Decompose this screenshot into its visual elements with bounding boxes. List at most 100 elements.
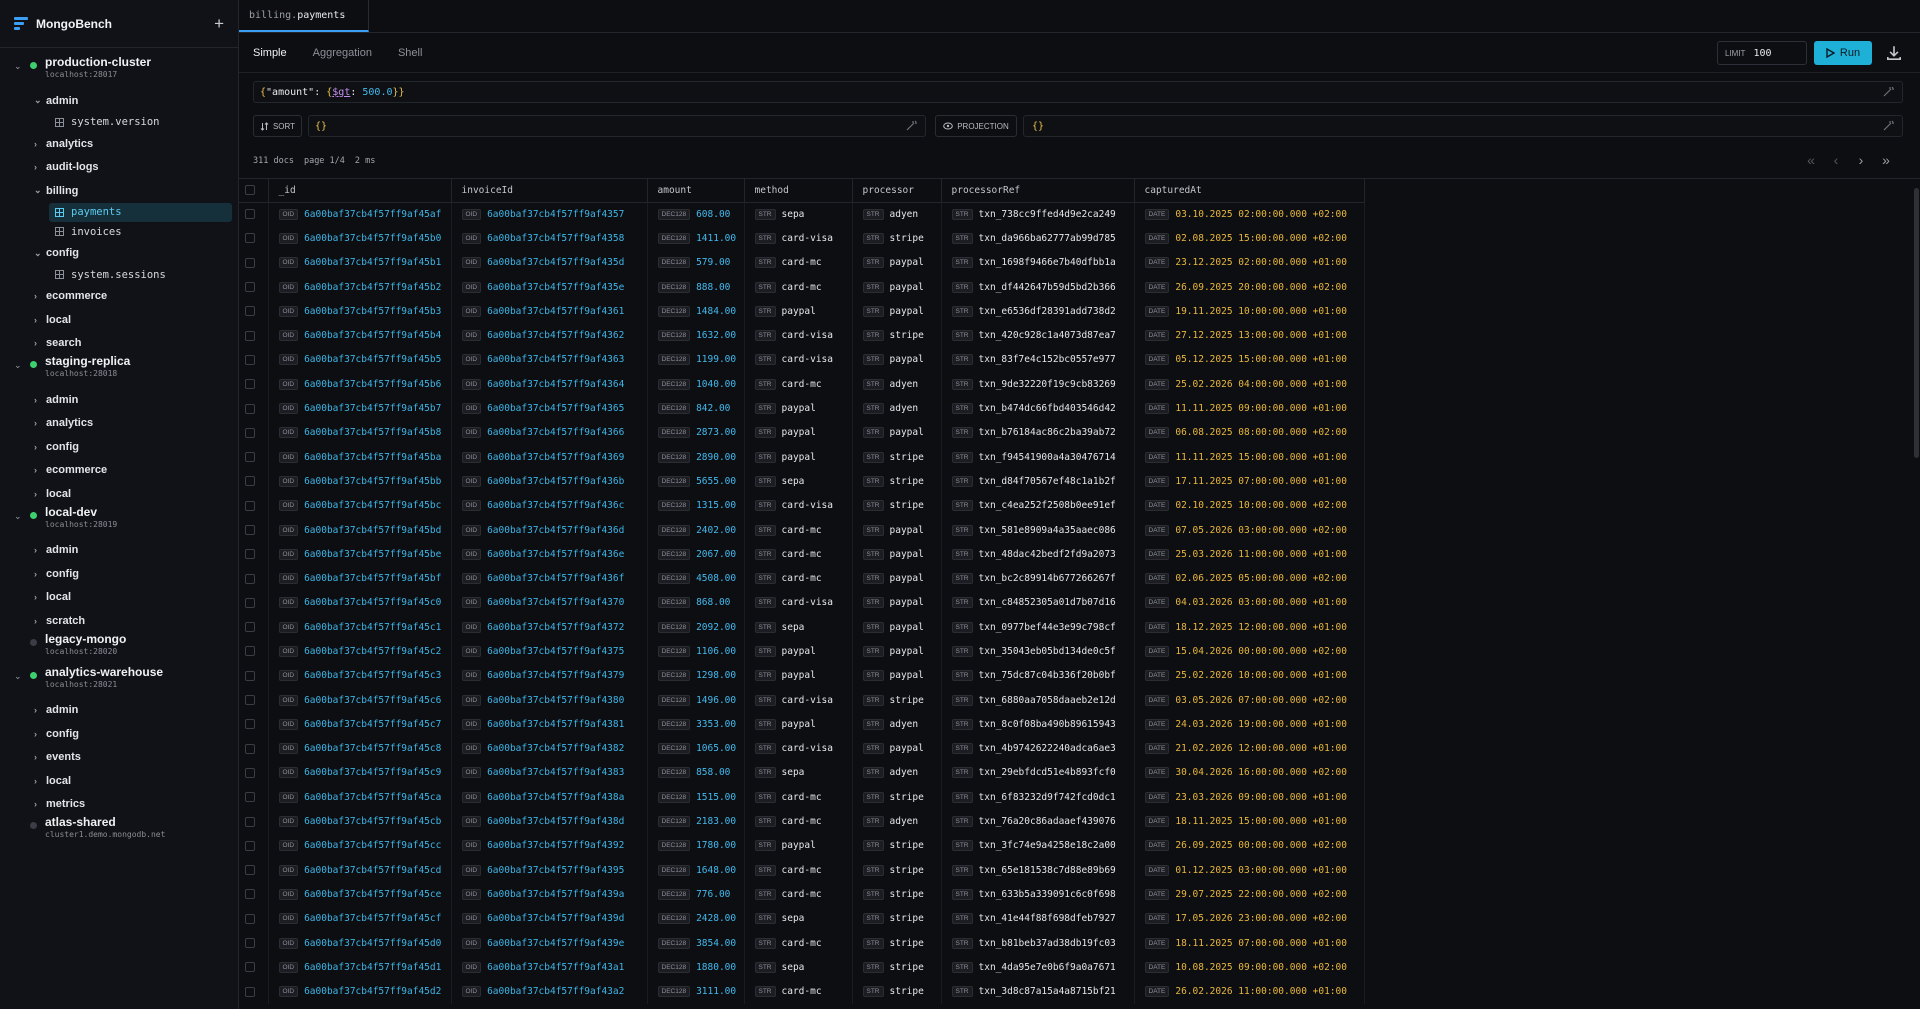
cell-capturedAt[interactable]: DATE 02.08.2025 15:00:00.000 +02:00 (1134, 226, 1365, 251)
cell-processor[interactable]: STR stripe (852, 979, 942, 1004)
db-events[interactable]: › events (0, 746, 238, 770)
cell-method[interactable]: STR card-visa (744, 493, 853, 518)
cell-amount[interactable]: DEC128 1515.00 (647, 785, 745, 810)
scrollbar-thumb[interactable] (1914, 188, 1919, 458)
cell-_id[interactable]: OID 6a00baf37cb4f57ff9af45cc (268, 833, 452, 859)
add-connection-button[interactable]: + (214, 15, 224, 32)
cell-processorRef[interactable]: STR txn_9de32220f19c9cb83269 (941, 372, 1135, 397)
cell-processorRef[interactable]: STR txn_c84852305a01d7b07d16 (941, 590, 1135, 616)
table-row[interactable]: OID 6a00baf37cb4f57ff9af45c9 OID 6a00baf37c… (239, 760, 1365, 786)
cell-processorRef[interactable]: STR txn_3fc74e9a4258e18c2a00 (941, 833, 1135, 859)
db-admin[interactable]: ⌄ admin (0, 89, 238, 113)
table-row[interactable]: OID 6a00baf37cb4f57ff9af45c7 OID 6a00baf37c… (239, 712, 1365, 737)
row-checkbox[interactable] (245, 427, 255, 438)
cell-invoiceId[interactable]: OID 6a00baf37cb4f57ff9af4375 (451, 639, 648, 664)
cell-amount[interactable]: DEC128 1298.00 (647, 663, 745, 688)
cell-processor[interactable]: STR stripe (852, 833, 942, 859)
db-admin[interactable]: › admin (0, 699, 238, 723)
cell-capturedAt[interactable]: DATE 18.11.2025 07:00:00.000 +01:00 (1134, 930, 1365, 956)
row-checkbox[interactable] (245, 962, 255, 973)
cell-_id[interactable]: OID 6a00baf37cb4f57ff9af45c9 (268, 760, 452, 786)
row-checkbox[interactable] (245, 306, 255, 317)
cell-capturedAt[interactable]: DATE 27.12.2025 13:00:00.000 +01:00 (1134, 323, 1365, 348)
cell-processor[interactable]: STR adyen (852, 760, 942, 786)
cell-processorRef[interactable]: STR txn_0977bef44e3e99c798cf (941, 615, 1135, 640)
cell-processor[interactable]: STR adyen (852, 809, 942, 834)
cell-_id[interactable]: OID 6a00baf37cb4f57ff9af45bd (268, 517, 452, 543)
column-header-processorRef[interactable]: processorRef (941, 179, 1135, 203)
cell-processor[interactable]: STR stripe (852, 323, 942, 348)
table-row[interactable]: OID 6a00baf37cb4f57ff9af45b6 OID 6a00baf37c… (239, 372, 1365, 397)
first-page-icon[interactable]: « (1804, 152, 1818, 168)
grid-scrollbar[interactable] (1913, 178, 1920, 1009)
cell-processor[interactable]: STR paypal (852, 420, 942, 445)
cell-invoiceId[interactable]: OID 6a00baf37cb4f57ff9af436b (451, 469, 648, 494)
row-checkbox[interactable] (245, 816, 255, 827)
cell-method[interactable]: STR card-mc (744, 250, 853, 275)
cell-invoiceId[interactable]: OID 6a00baf37cb4f57ff9af439e (451, 930, 648, 956)
cell-processor[interactable]: STR paypal (852, 274, 942, 300)
cell-method[interactable]: STR paypal (744, 420, 853, 445)
cell-_id[interactable]: OID 6a00baf37cb4f57ff9af45b5 (268, 347, 452, 373)
cell-capturedAt[interactable]: DATE 26.02.2026 11:00:00.000 +01:00 (1134, 979, 1365, 1004)
cell-capturedAt[interactable]: DATE 02.10.2025 10:00:00.000 +02:00 (1134, 493, 1365, 518)
table-row[interactable]: OID 6a00baf37cb4f57ff9af45b7 OID 6a00baf37c… (239, 396, 1365, 421)
cell-processorRef[interactable]: STR txn_e6536df28391add738d2 (941, 299, 1135, 324)
cell-processorRef[interactable]: STR txn_f94541900a4a30476714 (941, 444, 1135, 470)
cell-amount[interactable]: DEC128 2873.00 (647, 420, 745, 445)
table-row[interactable]: OID 6a00baf37cb4f57ff9af45c2 OID 6a00baf37c… (239, 639, 1365, 664)
cell-_id[interactable]: OID 6a00baf37cb4f57ff9af45c8 (268, 736, 452, 761)
cell-method[interactable]: STR card-mc (744, 274, 853, 300)
projection-input[interactable]: {} (1023, 115, 1903, 137)
row-checkbox[interactable] (245, 379, 255, 390)
row-checkbox[interactable] (245, 233, 255, 244)
cell-processor[interactable]: STR stripe (852, 882, 942, 907)
cluster-atlas-shared[interactable]: atlas-shared cluster1.demo.mongodb.net (0, 816, 238, 849)
cell-invoiceId[interactable]: OID 6a00baf37cb4f57ff9af4392 (451, 833, 648, 859)
cell-capturedAt[interactable]: DATE 02.06.2025 05:00:00.000 +02:00 (1134, 566, 1365, 591)
db-search[interactable]: › search (0, 332, 238, 356)
prev-page-icon[interactable]: ‹ (1829, 152, 1843, 168)
table-row[interactable]: OID 6a00baf37cb4f57ff9af45c6 OID 6a00baf37c… (239, 687, 1365, 713)
cell-processor[interactable]: STR adyen (852, 202, 942, 227)
cell-processor[interactable]: STR stripe (852, 906, 942, 931)
cell-amount[interactable]: DEC128 1496.00 (647, 687, 745, 713)
cell-invoiceId[interactable]: OID 6a00baf37cb4f57ff9af436c (451, 493, 648, 518)
cell-amount[interactable]: DEC128 858.00 (647, 760, 745, 786)
cluster-legacy-mongo[interactable]: legacy-mongo localhost:28020 (0, 632, 238, 666)
cell-processorRef[interactable]: STR txn_b81beb37ad38db19fc03 (941, 930, 1135, 956)
row-checkbox[interactable] (245, 282, 255, 293)
cell-method[interactable]: STR sepa (744, 760, 853, 786)
cell-invoiceId[interactable]: OID 6a00baf37cb4f57ff9af4381 (451, 712, 648, 737)
cell-processor[interactable]: STR paypal (852, 615, 942, 640)
row-checkbox[interactable] (245, 452, 255, 463)
row-checkbox[interactable] (245, 743, 255, 754)
cell-processorRef[interactable]: STR txn_633b5a339091c6c0f698 (941, 882, 1135, 907)
cell-processor[interactable]: STR paypal (852, 542, 942, 567)
cell-invoiceId[interactable]: OID 6a00baf37cb4f57ff9af436d (451, 517, 648, 543)
tab-aggregation[interactable]: Aggregation (313, 47, 372, 59)
row-checkbox[interactable] (245, 670, 255, 681)
cell-method[interactable]: STR sepa (744, 615, 853, 640)
table-row[interactable]: OID 6a00baf37cb4f57ff9af45ba OID 6a00baf37c… (239, 444, 1365, 470)
cell-processorRef[interactable]: STR txn_8c0f08ba490b89615943 (941, 712, 1135, 737)
cell-processor[interactable]: STR paypal (852, 250, 942, 275)
cluster-analytics-warehouse[interactable]: ⌄ analytics-warehouse localhost:28021 (0, 665, 238, 699)
db-config[interactable]: › config (0, 562, 238, 586)
cell-_id[interactable]: OID 6a00baf37cb4f57ff9af45bf (268, 566, 452, 591)
cell-amount[interactable]: DEC128 1315.00 (647, 493, 745, 518)
next-page-icon[interactable]: › (1854, 152, 1868, 168)
row-checkbox[interactable] (245, 792, 255, 803)
cell-capturedAt[interactable]: DATE 17.05.2026 23:00:00.000 +02:00 (1134, 906, 1365, 931)
cell-_id[interactable]: OID 6a00baf37cb4f57ff9af45c1 (268, 615, 452, 640)
tab-shell[interactable]: Shell (398, 47, 422, 59)
table-row[interactable]: OID 6a00baf37cb4f57ff9af45cd OID 6a00baf37c… (239, 858, 1365, 883)
download-icon[interactable] (1885, 44, 1903, 62)
cell-amount[interactable]: DEC128 608.00 (647, 202, 745, 227)
cell-method[interactable]: STR card-visa (744, 226, 853, 251)
cell-invoiceId[interactable]: OID 6a00baf37cb4f57ff9af439d (451, 906, 648, 931)
cell-processor[interactable]: STR paypal (852, 566, 942, 591)
cell-processorRef[interactable]: STR txn_581e8909a4a35aaec086 (941, 517, 1135, 543)
cell-method[interactable]: STR card-mc (744, 930, 853, 956)
cell-processor[interactable]: STR paypal (852, 299, 942, 324)
